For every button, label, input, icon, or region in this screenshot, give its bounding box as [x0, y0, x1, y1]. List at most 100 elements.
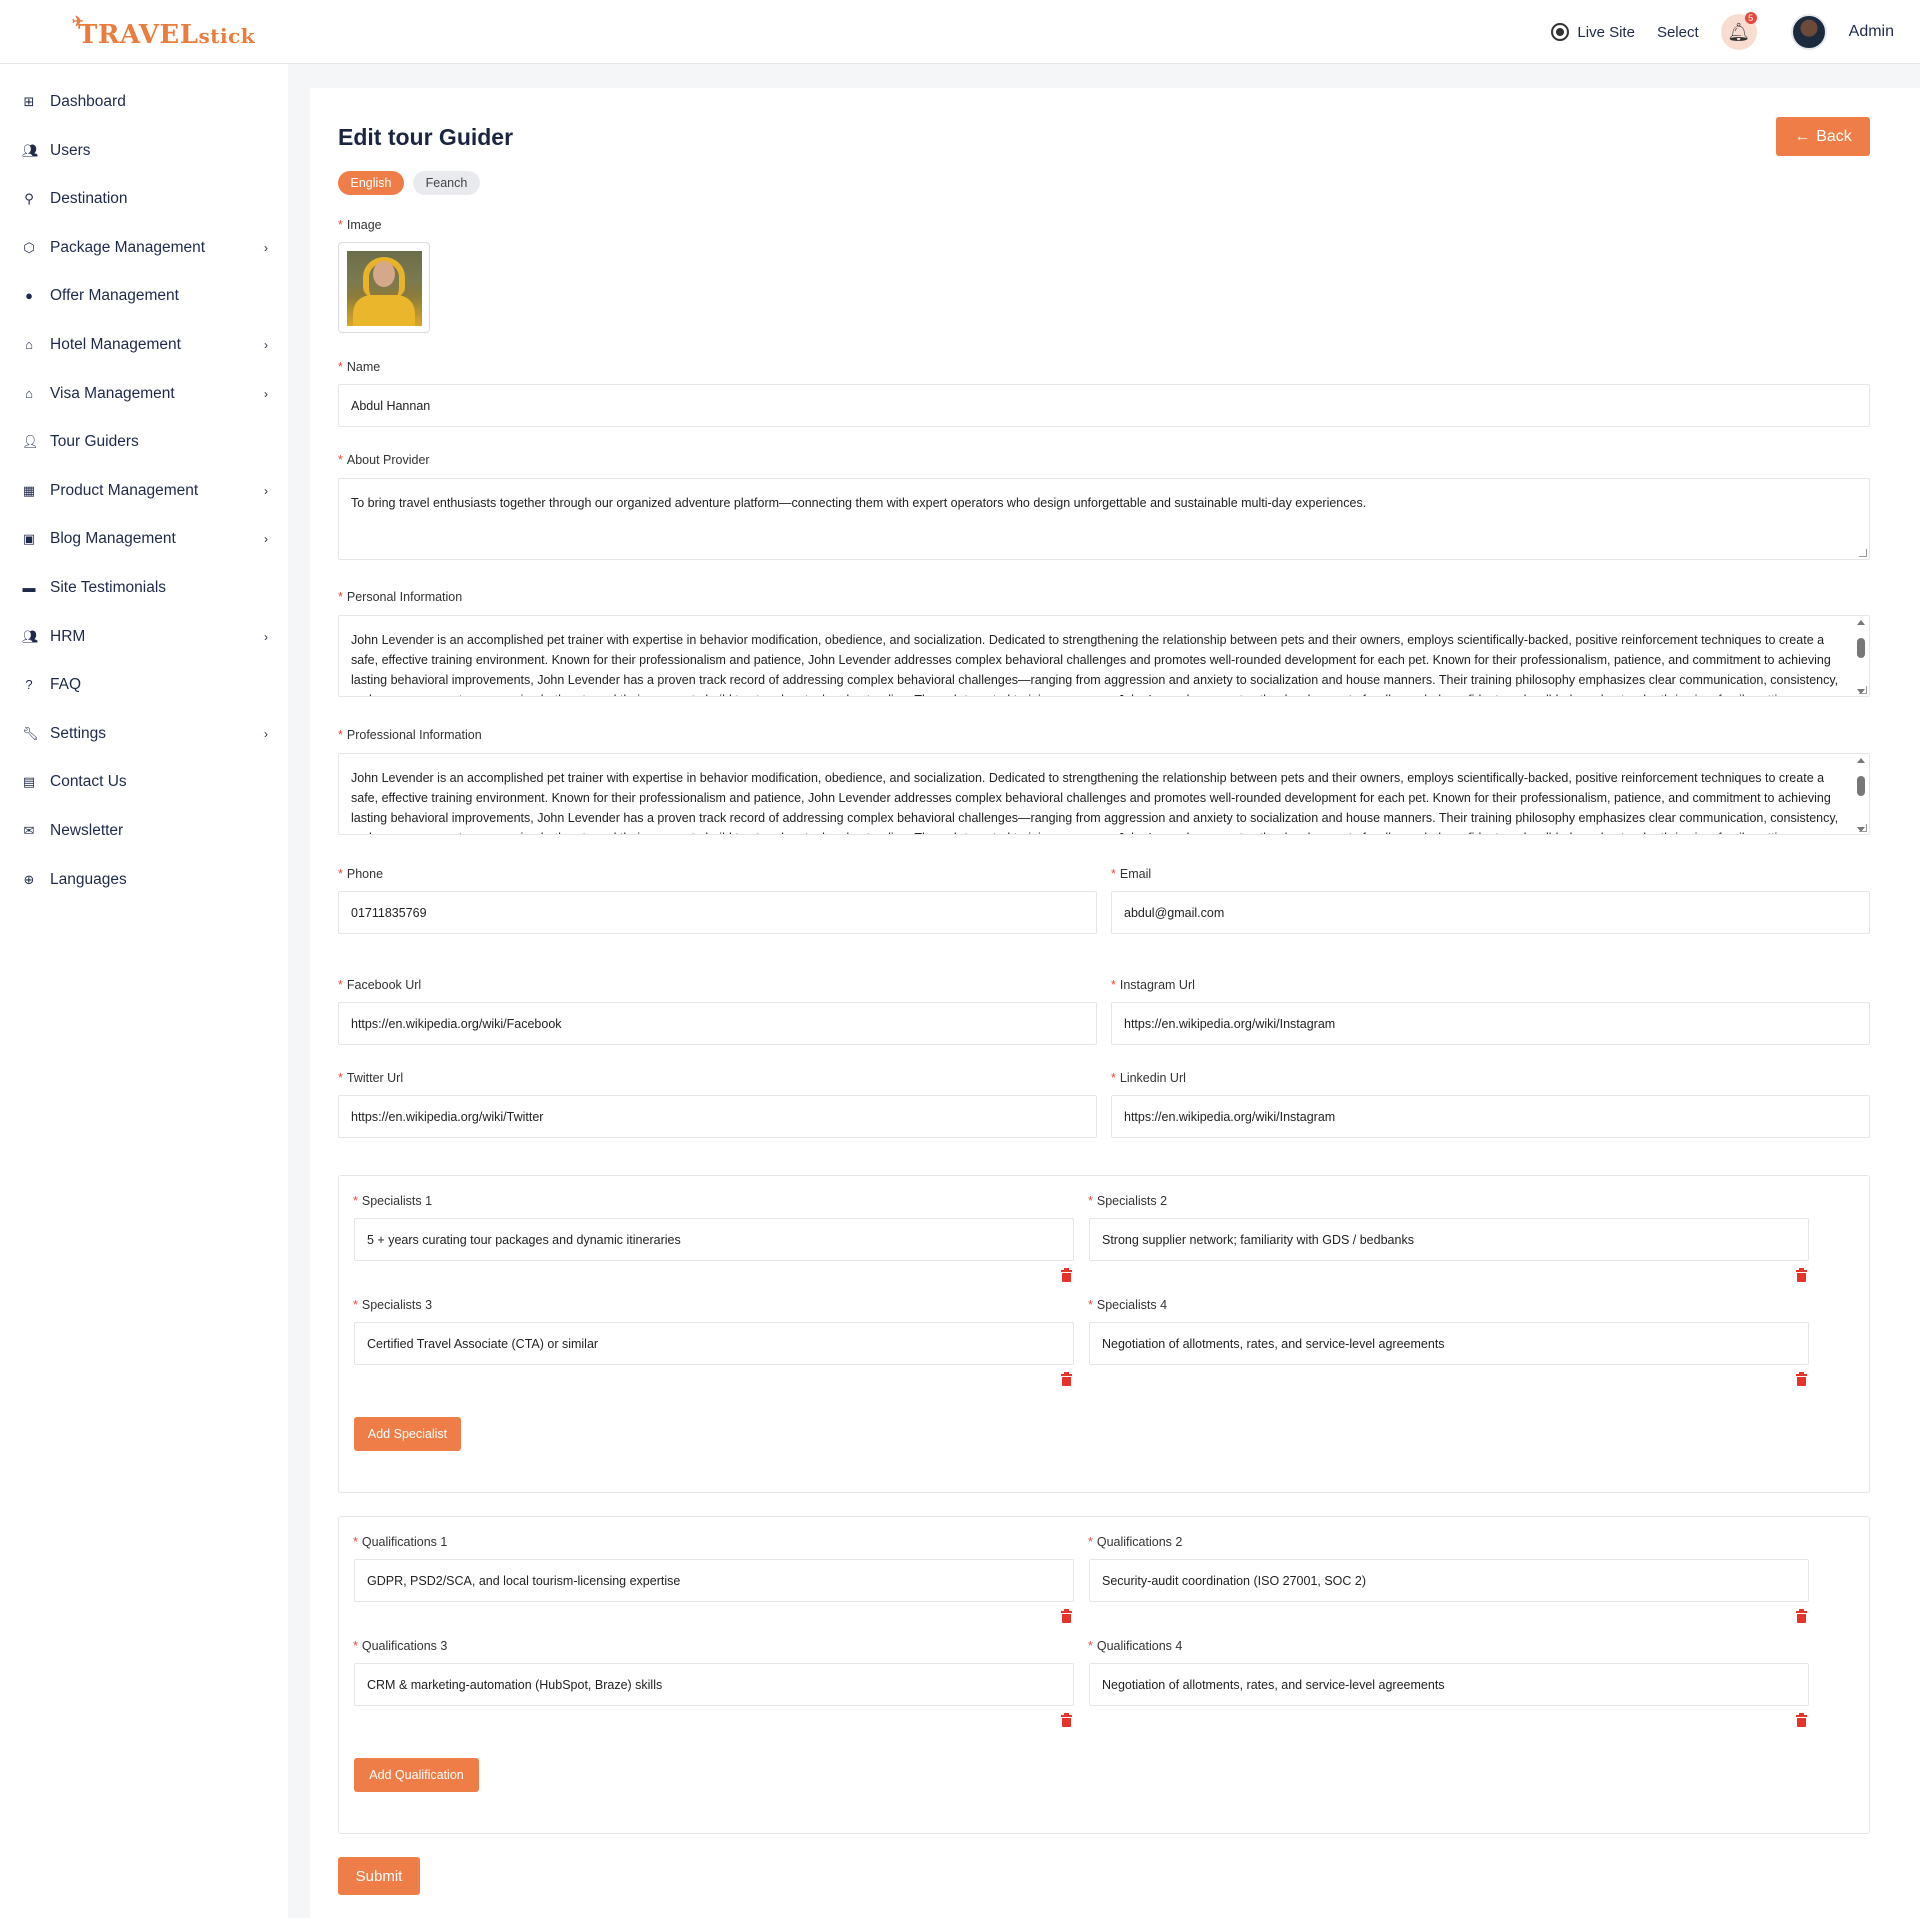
chevron-right-icon: › [264, 387, 268, 401]
delete-specialist-icon[interactable] [1061, 1268, 1072, 1282]
sidebar-item-package-management[interactable]: ⬡ Package Management › [0, 228, 288, 268]
sidebar-item-offer-management[interactable]: ● Offer Management [0, 276, 288, 316]
sidebar-item-label: Offer Management [50, 287, 179, 304]
tab-english[interactable]: English [338, 171, 404, 195]
add-specialist-button[interactable]: Add Specialist [354, 1417, 461, 1451]
sidebar-item-label: Users [50, 142, 91, 159]
chevron-right-icon: › [264, 727, 268, 741]
delete-specialist-icon[interactable] [1061, 1372, 1072, 1386]
resize-handle[interactable] [1859, 686, 1867, 694]
sidebar-item-hrm[interactable]: 👥︎ HRM › [0, 617, 288, 657]
travelstick-logo[interactable]: ✈ TRAVELstick [72, 14, 255, 50]
textarea-scrollbar[interactable] [1856, 620, 1866, 694]
sidebar-item-faq[interactable]: ? FAQ [0, 665, 288, 705]
wrench-icon: 🔧︎ [22, 726, 39, 741]
person-icon: 👤︎ [22, 434, 39, 449]
sidebar-item-label: Product Management [50, 482, 199, 499]
qualification-input[interactable]: CRM & marketing-automation (HubSpot, Bra… [354, 1663, 1074, 1706]
email-input[interactable]: abdul@gmail.com [1111, 891, 1870, 934]
avatar[interactable] [1790, 14, 1827, 50]
language-select[interactable]: Select [1657, 24, 1699, 41]
professional-info-textarea[interactable]: John Levender is an accomplished pet tra… [338, 753, 1870, 835]
qualification-input[interactable]: GDPR, PSD2/SCA, and local tourism-licens… [354, 1559, 1074, 1602]
delete-qualification-icon[interactable] [1061, 1609, 1072, 1623]
image-upload[interactable] [338, 242, 430, 333]
twitter-url-input[interactable]: https://en.wikipedia.org/wiki/Twitter [338, 1095, 1097, 1138]
dashboard-icon: ⊞ [23, 94, 35, 109]
personal-info-label: * Personal Information [338, 590, 463, 604]
live-site-icon [1551, 23, 1570, 41]
delete-qualification-icon[interactable] [1796, 1713, 1807, 1727]
edit-form-card: Edit tour Guider ← Back English Feanch * I… [310, 88, 1920, 1918]
qualification-input[interactable]: Negotiation of allotments, rates, and se… [1089, 1663, 1809, 1706]
delete-specialist-icon[interactable] [1796, 1268, 1807, 1282]
textarea-scrollbar[interactable] [1856, 758, 1866, 832]
specialist-input[interactable]: 5 + years curating tour packages and dyn… [354, 1218, 1074, 1261]
sidebar-item-contact-us[interactable]: ▤ Contact Us [0, 762, 288, 802]
about-label: * About Provider [338, 453, 430, 467]
facebook-url-input[interactable]: https://en.wikipedia.org/wiki/Facebook [338, 1002, 1097, 1045]
sidebar-item-label: Contact Us [50, 773, 127, 790]
specialists-group: * Specialists 1 5 + years curating tour p… [338, 1175, 1870, 1493]
sidebar-item-label: Site Testimonials [50, 579, 167, 596]
visa-icon: ⌂ [25, 386, 33, 401]
offer-icon: ● [25, 288, 33, 303]
sidebar-item-blog-management[interactable]: ▣ Blog Management › [0, 519, 288, 559]
select-label: Select [1656, 23, 1699, 41]
arrow-left-icon: ← [1794, 127, 1811, 145]
sidebar-item-tour-guiders[interactable]: 👤︎ Tour Guiders [0, 422, 288, 462]
instagram-url-input[interactable]: https://en.wikipedia.org/wiki/Instagram [1111, 1002, 1870, 1045]
phone-input[interactable]: 01711835769 [338, 891, 1097, 934]
notifications-button[interactable]: 🔔︎ 5 [1720, 12, 1757, 50]
plane-icon: ✈ [72, 14, 85, 30]
professional-info-text: John Levender is an accomplished pet tra… [351, 771, 1839, 834]
linkedin-url-input[interactable]: https://en.wikipedia.org/wiki/Instagram [1111, 1095, 1870, 1138]
sidebar-item-dashboard[interactable]: ⊞ Dashboard [0, 82, 288, 122]
sidebar-item-label: Languages [50, 871, 127, 888]
sidebar-item-visa-management[interactable]: ⌂ Visa Management › [0, 374, 288, 414]
sidebar-item-label: Settings [50, 725, 107, 742]
resize-handle[interactable] [1859, 824, 1867, 832]
facebook-label: * Facebook Url [338, 978, 422, 992]
delete-specialist-icon[interactable] [1796, 1372, 1807, 1386]
sidebar-item-product-management[interactable]: ▦ Product Management › [0, 471, 288, 511]
header-actions: Live Site Select 🔔︎ 5 Admin [1551, 12, 1894, 52]
specialist-input[interactable]: Negotiation of allotments, rates, and se… [1089, 1322, 1809, 1365]
sidebar-item-hotel-management[interactable]: ⌂ Hotel Management › [0, 325, 288, 365]
qualification-input[interactable]: Security-audit coordination (ISO 27001, … [1089, 1559, 1809, 1602]
qualifications-group: * Qualifications 1 GDPR, PSD2/SCA, and lo… [338, 1516, 1870, 1834]
twitter-label: * Twitter Url [338, 1071, 404, 1085]
sidebar-item-settings[interactable]: 🔧︎ Settings › [0, 714, 288, 754]
sidebar-item-newsletter[interactable]: ✉ Newsletter [0, 811, 288, 851]
sidebar-item-destination[interactable]: ⚲ Destination [0, 179, 288, 219]
name-input[interactable]: Abdul Hannan [338, 384, 1870, 427]
delete-qualification-icon[interactable] [1061, 1713, 1072, 1727]
sidebar-item-site-testimonials[interactable]: ▬ Site Testimonials [0, 568, 288, 608]
sidebar-item-label: Hotel Management [50, 336, 181, 353]
add-qualification-button[interactable]: Add Qualification [354, 1758, 479, 1792]
globe-icon: ⊕ [23, 872, 35, 887]
submit-button[interactable]: Submit [338, 1857, 420, 1895]
chevron-right-icon: › [264, 630, 268, 644]
professional-info-label: * Professional Information [338, 728, 482, 742]
resize-handle[interactable] [1859, 549, 1867, 557]
linkedin-label: * Linkedin Url [1111, 1071, 1186, 1085]
image-label: * Image [338, 218, 382, 232]
live-site-label: Live Site [1577, 23, 1635, 41]
phone-label: * Phone [338, 867, 384, 881]
specialist-label: * Specialists 1 [353, 1194, 433, 1208]
personal-info-textarea[interactable]: John Levender is an accomplished pet tra… [338, 615, 1870, 697]
specialist-input[interactable]: Certified Travel Associate (CTA) or simi… [354, 1322, 1074, 1365]
tab-french[interactable]: Feanch [413, 171, 480, 195]
delete-qualification-icon[interactable] [1796, 1609, 1807, 1623]
back-button[interactable]: ← Back [1776, 117, 1870, 156]
comment-icon: ▬ [22, 580, 36, 595]
back-label: Back [1816, 127, 1852, 145]
sidebar-item-users[interactable]: 👥︎ Users [0, 131, 288, 171]
qualification-label: * Qualifications 4 [1088, 1639, 1183, 1653]
admin-name[interactable]: Admin [1849, 23, 1894, 41]
specialist-input[interactable]: Strong supplier network; familiarity wit… [1089, 1218, 1809, 1261]
sidebar-item-languages[interactable]: ⊕ Languages [0, 860, 288, 900]
about-textarea[interactable]: To bring travel enthusiasts together thr… [338, 478, 1870, 560]
live-site-link[interactable]: Live Site [1551, 23, 1635, 41]
